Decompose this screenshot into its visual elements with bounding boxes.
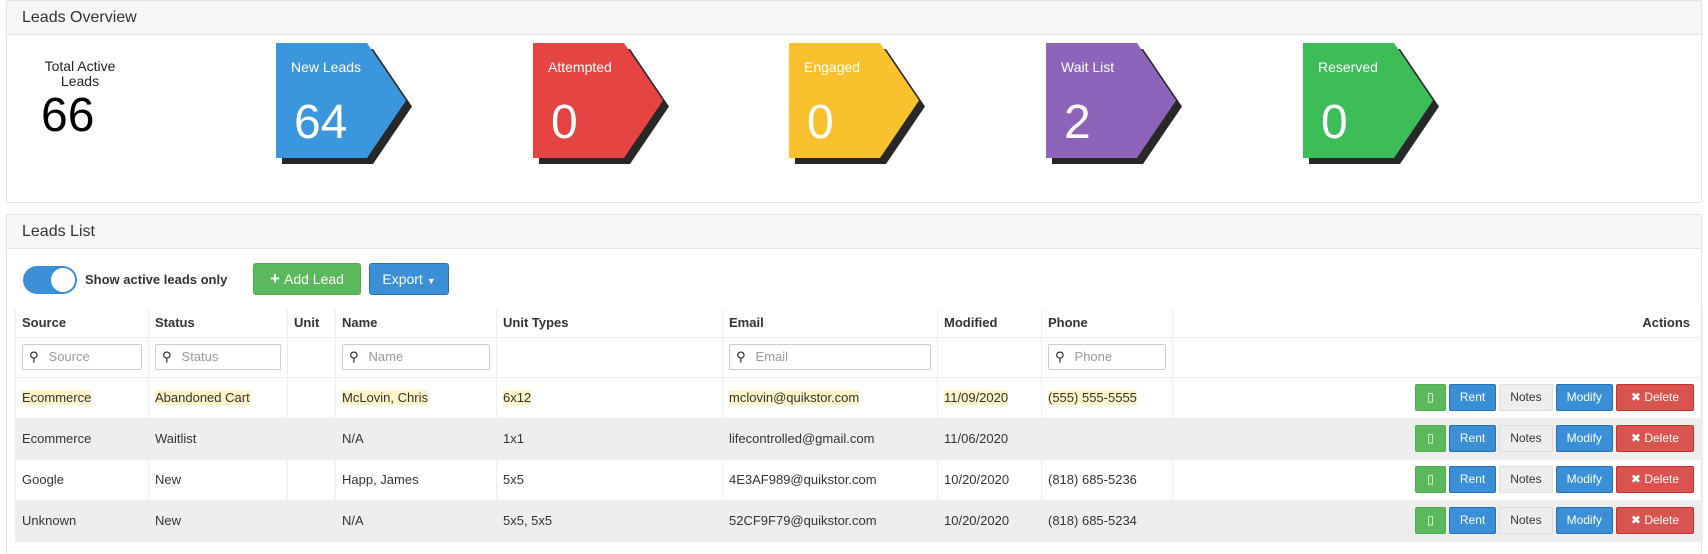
caret-down-icon: ▼ [426, 276, 436, 286]
filter-row: ⚲ Source ⚲ Status ⚲ Name ⚲ Email ⚲ Phone [15, 336, 1703, 378]
total-active-leads-label: Total Active Leads [44, 58, 116, 89]
table-row[interactable]: Ecommerce Abandoned Cart McLovin, Chris … [15, 376, 1703, 419]
mobile-icon[interactable]: ▯ [1415, 466, 1446, 493]
active-leads-toggle-label: Show active leads only [85, 272, 228, 287]
row-actions: ▯ Rent Notes Modify ✖ Delete [1172, 499, 1703, 542]
total-active-leads-value: 66 [41, 89, 95, 142]
stat-title: Engaged [804, 59, 861, 75]
search-icon: ⚲ [1055, 349, 1065, 364]
search-icon: ⚲ [29, 349, 39, 364]
modify-button[interactable]: Modify [1555, 384, 1613, 411]
add-lead-button[interactable]: + Add Lead [253, 263, 361, 295]
col-unit-types[interactable]: Unit Types [496, 309, 723, 338]
col-phone[interactable]: Phone [1041, 309, 1173, 338]
close-icon: ✖ [1630, 431, 1645, 445]
mobile-icon[interactable]: ▯ [1415, 425, 1446, 452]
table-header: Source Status Unit Name Unit Types Email… [15, 309, 1703, 338]
stat-attempted[interactable]: Attempted 0 [533, 43, 669, 164]
notes-button[interactable]: Notes [1499, 466, 1553, 493]
close-icon: ✖ [1630, 513, 1645, 527]
add-lead-label: Add Lead [283, 271, 344, 287]
leads-overview-panel: Leads Overview Total Active Leads 66 New… [6, 0, 1702, 203]
table-row[interactable]: Google New Happ, James 5x5 4E3AF989@quik… [15, 458, 1703, 501]
close-icon: ✖ [1630, 390, 1645, 404]
search-icon: ⚲ [736, 349, 746, 364]
phone-filter-input[interactable]: ⚲ Phone [1048, 344, 1166, 370]
delete-button[interactable]: ✖ Delete [1615, 507, 1694, 534]
rent-button[interactable]: Rent [1448, 466, 1497, 493]
row-actions: ▯ Rent Notes Modify ✖ Delete [1172, 458, 1703, 501]
delete-button[interactable]: ✖ Delete [1615, 425, 1694, 452]
export-label: Export [382, 271, 423, 287]
total-active-leads: Total Active Leads 66 [25, 59, 135, 143]
search-icon: ⚲ [162, 349, 172, 364]
stat-title: Attempted [548, 59, 612, 75]
plus-icon: + [270, 269, 280, 288]
modify-button[interactable]: Modify [1555, 466, 1613, 493]
row-actions: ▯ Rent Notes Modify ✖ Delete [1172, 376, 1703, 419]
stat-title: Reserved [1318, 59, 1378, 75]
delete-button[interactable]: ✖ Delete [1615, 384, 1694, 411]
search-icon: ⚲ [349, 349, 359, 364]
leads-overview-title: Leads Overview [7, 1, 1701, 35]
col-unit[interactable]: Unit [287, 309, 336, 338]
stat-wait-list[interactable]: Wait List 2 [1046, 43, 1182, 164]
col-modified[interactable]: Modified [937, 309, 1042, 338]
name-filter-input[interactable]: ⚲ Name [342, 344, 490, 370]
stat-value: 0 [807, 96, 834, 149]
rent-button[interactable]: Rent [1448, 384, 1497, 411]
leads-toolbar: Show active leads only + Add Lead Export … [15, 263, 715, 297]
leads-list-title: Leads List [7, 215, 1701, 249]
stat-reserved[interactable]: Reserved 0 [1303, 43, 1439, 164]
col-name[interactable]: Name [335, 309, 497, 338]
email-filter-input[interactable]: ⚲ Email [729, 344, 931, 370]
toggle-knob [51, 268, 75, 292]
mobile-icon[interactable]: ▯ [1415, 384, 1446, 411]
modify-button[interactable]: Modify [1555, 425, 1613, 452]
table-row[interactable]: Unknown New N/A 5x5, 5x5 52CF9F79@quikst… [15, 499, 1703, 542]
stat-value: 0 [1321, 96, 1348, 149]
modify-button[interactable]: Modify [1555, 507, 1613, 534]
leads-table: Source Status Unit Name Unit Types Email… [15, 309, 1703, 542]
stat-value: 2 [1064, 96, 1091, 149]
export-button[interactable]: Export ▼ [369, 263, 449, 295]
col-source[interactable]: Source [15, 309, 149, 338]
status-filter-input[interactable]: ⚲ Status [155, 344, 281, 370]
notes-button[interactable]: Notes [1499, 507, 1553, 534]
stat-new-leads[interactable]: New Leads 64 [276, 43, 412, 164]
stat-engaged[interactable]: Engaged 0 [789, 43, 925, 164]
close-icon: ✖ [1630, 472, 1645, 486]
active-leads-toggle[interactable] [23, 266, 77, 294]
delete-button[interactable]: ✖ Delete [1615, 466, 1694, 493]
mobile-icon[interactable]: ▯ [1415, 507, 1446, 534]
rent-button[interactable]: Rent [1448, 507, 1497, 534]
rent-button[interactable]: Rent [1448, 425, 1497, 452]
stat-title: New Leads [291, 59, 362, 75]
row-actions: ▯ Rent Notes Modify ✖ Delete [1172, 417, 1703, 460]
table-row[interactable]: Ecommerce Waitlist N/A 1x1 lifecontrolle… [15, 417, 1703, 460]
leads-list-panel: Leads List Show active leads only + Add L… [6, 214, 1703, 554]
notes-button[interactable]: Notes [1499, 384, 1553, 411]
source-filter-input[interactable]: ⚲ Source [22, 344, 142, 370]
col-actions: Actions [1172, 309, 1703, 338]
col-status[interactable]: Status [148, 309, 288, 338]
notes-button[interactable]: Notes [1499, 425, 1553, 452]
col-email[interactable]: Email [722, 309, 938, 338]
stat-value: 0 [551, 96, 578, 149]
stat-value: 64 [294, 96, 348, 149]
stat-title: Wait List [1061, 59, 1115, 75]
